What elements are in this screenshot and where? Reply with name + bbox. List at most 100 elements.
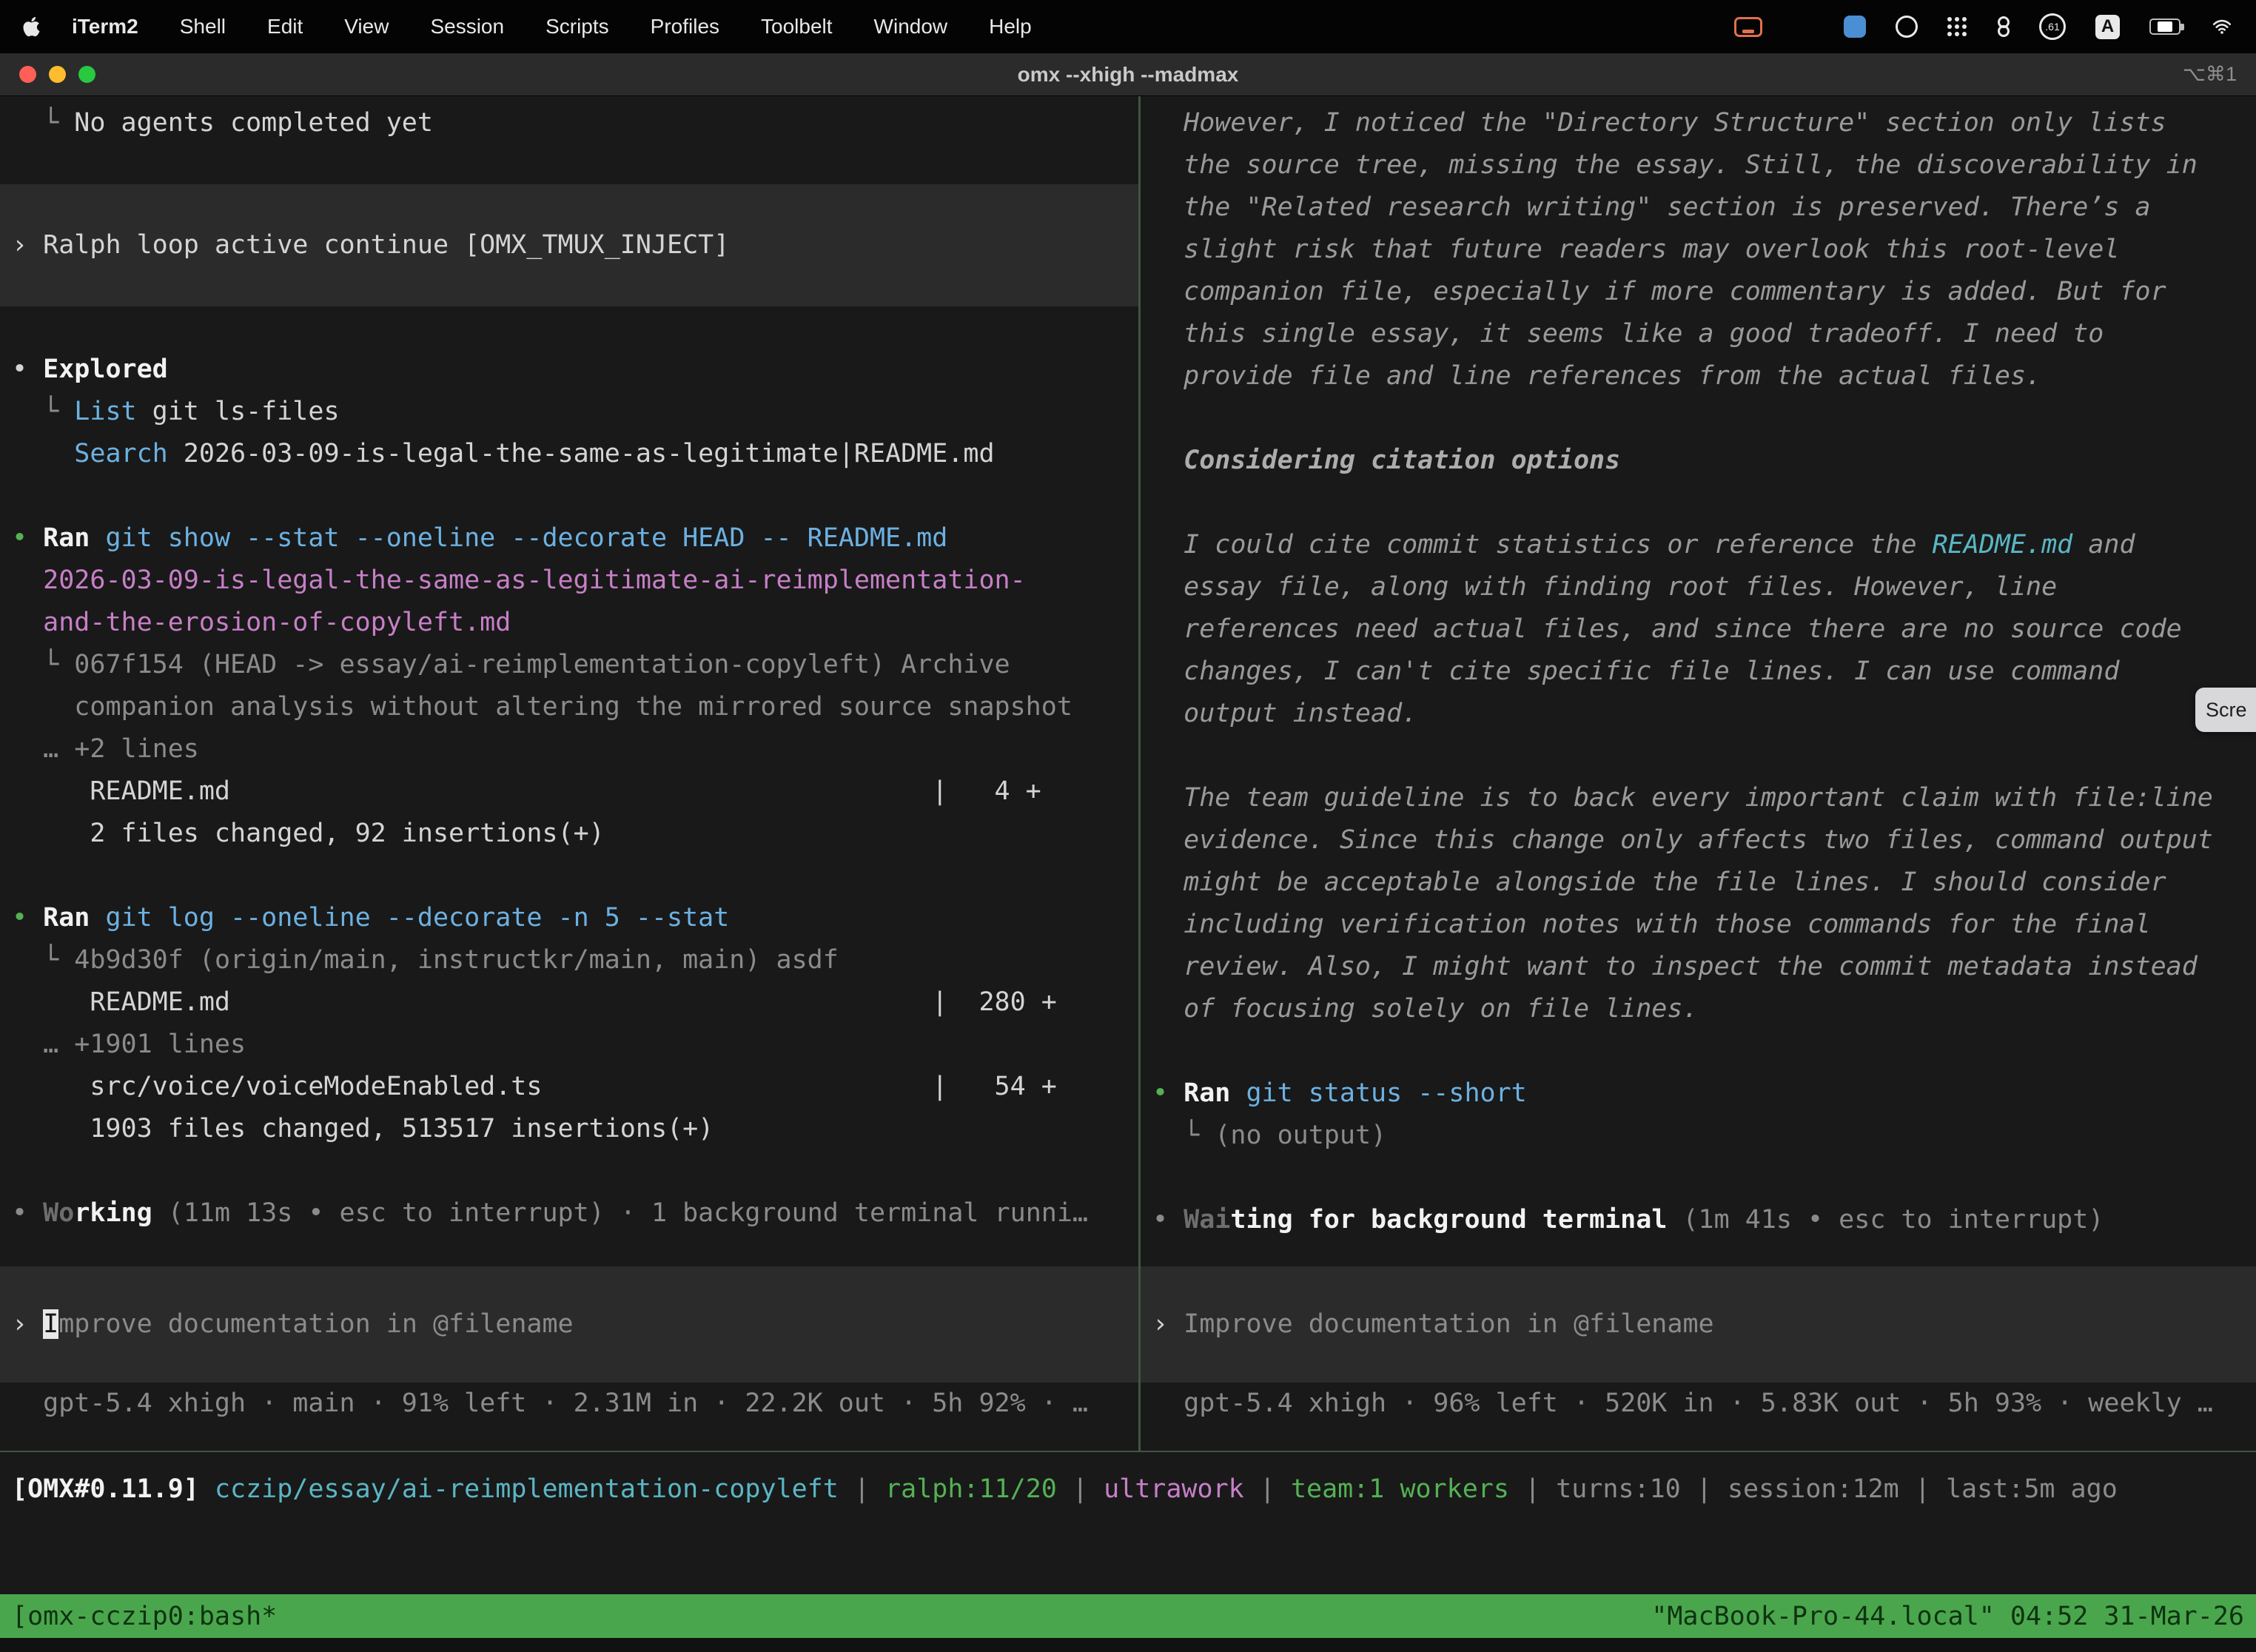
menu-session[interactable]: Session [430,15,504,38]
terminal-line: … +2 lines [0,728,1138,770]
terminal-line: › Improve documentation in @filename [0,1303,1138,1346]
figure-8-icon[interactable] [1998,16,2010,37]
right-transcript: However, I noticed the "Directory Struct… [1141,102,2256,1241]
menu-window[interactable]: Window [874,15,948,38]
terminal-line [1141,1157,2256,1199]
terminal-line: • Ran git log --oneline --decorate -n 5 … [0,897,1138,939]
round-app-icon[interactable] [1896,16,1918,38]
terminal-line: gpt-5.4 xhigh · 96% left · 520K in · 5.8… [1141,1383,2256,1425]
zoom-button[interactable] [78,66,95,83]
terminal-line: • Waiting for background terminal (1m 41… [1141,1199,2256,1241]
terminal-line: └ 4b9d30f (origin/main, instructkr/main,… [0,939,1138,981]
omx-status-bar: [OMX#0.11.9] cczip/essay/ai-reimplementa… [0,1452,2256,1594]
input-source-icon[interactable]: A [2095,15,2120,39]
tmux-window: └ No agents completed yet › Ralph loop a… [0,96,2256,1452]
terminal-line: The team guideline is to back every impo… [1141,777,2256,819]
window-title: omx --xhigh --madmax [0,63,2256,87]
terminal-line: companion file, especially if more comme… [1141,271,2256,313]
terminal-line: └ List git ls-files [0,391,1138,433]
traffic-lights [19,66,95,83]
left-pane[interactable]: └ No agents completed yet › Ralph loop a… [0,96,1138,1451]
menu-shell[interactable]: Shell [180,15,226,38]
left-prompt-input[interactable]: › Improve documentation in @filename [0,1266,1138,1383]
terminal-line: └ (no output) [1141,1115,2256,1157]
wifi-icon[interactable] [2210,17,2234,36]
terminal-line: README.md | 4 + [0,770,1138,813]
terminal-line: • Ran git show --stat --oneline --decora… [0,517,1138,560]
window-shortcut-badge: ⌥⌘1 [2183,63,2237,86]
close-button[interactable] [19,66,36,83]
window-manager-icon[interactable] [1792,16,1814,38]
terminal-line: gpt-5.4 xhigh · main · 91% left · 2.31M … [0,1383,1138,1425]
right-prompt-text: › Improve documentation in @filename [1141,1303,2256,1346]
terminal-line: └ No agents completed yet [0,102,1138,144]
right-pane[interactable]: However, I noticed the "Directory Struct… [1141,96,2256,1451]
terminal-line: … +1901 lines [0,1024,1138,1066]
terminal-line: 2026-03-09-is-legal-the-same-as-legitima… [0,560,1138,602]
menu-iterm2[interactable]: iTerm2 [72,15,138,38]
menu-profiles[interactable]: Profiles [651,15,719,38]
terminal-line: the "Related research writing" section i… [1141,187,2256,229]
agent-status-lines: └ No agents completed yet [0,102,1138,144]
screen-recording-icon[interactable] [1734,17,1762,37]
terminal-line: › Ralph loop active continue [OMX_TMUX_I… [0,224,1138,266]
menu-toolbelt[interactable]: Toolbelt [761,15,833,38]
menu-scripts[interactable]: Scripts [545,15,609,38]
blue-app-icon[interactable] [1844,16,1866,38]
screen-sharing-widget[interactable]: Scre [2195,688,2256,732]
terminal-line [0,855,1138,897]
right-prompt-input[interactable]: › Improve documentation in @filename [1141,1266,2256,1383]
omx-status-text: [OMX#0.11.9] cczip/essay/ai-reimplementa… [0,1468,2256,1511]
minimize-button[interactable] [49,66,66,83]
terminal-line: output instead. [1141,693,2256,735]
app-menus: iTerm2 Shell Edit View Session Scripts P… [72,15,1032,38]
terminal-line: • Explored [0,349,1138,391]
apple-menu-icon[interactable] [22,16,41,38]
terminal-line: and-the-erosion-of-copyleft.md [0,602,1138,644]
left-model-status: gpt-5.4 xhigh · main · 91% left · 2.31M … [0,1383,1138,1425]
terminal-line [1141,397,2256,440]
terminal-line [1141,735,2256,777]
window-title-bar[interactable]: omx --xhigh --madmax ⌥⌘1 [0,53,2256,96]
terminal-line: 2 files changed, 92 insertions(+) [0,813,1138,855]
terminal-line: this single essay, it seems like a good … [1141,313,2256,355]
terminal-line: However, I noticed the "Directory Struct… [1141,102,2256,144]
right-pane-spacer [1141,1241,2256,1266]
menu-view[interactable]: View [344,15,389,38]
terminal-line: README.md | 280 + [0,981,1138,1024]
inject-banner: › Ralph loop active continue [OMX_TMUX_I… [0,184,1138,306]
battery-icon[interactable] [2149,19,2181,35]
terminal-line: references need actual files, and since … [1141,608,2256,651]
terminal-line: provide file and line references from th… [1141,355,2256,397]
terminal-line: [OMX#0.11.9] cczip/essay/ai-reimplementa… [0,1468,2256,1511]
menu-edit[interactable]: Edit [267,15,303,38]
terminal-line [0,475,1138,517]
tmux-host-clock: "MacBook-Pro-44.local" 04:52 31-Mar-26 [1639,1602,2256,1631]
terminal-line: might be acceptable alongside the file l… [1141,862,2256,904]
terminal-line: • Working (11m 13s • esc to interrupt) ·… [0,1192,1138,1235]
terminal-line: • Ran git status --short [1141,1072,2256,1115]
terminal-line: › Improve documentation in @filename [1141,1303,2256,1346]
battery-gauge-icon[interactable]: .61 [2039,13,2066,40]
terminal-line: companion analysis without altering the … [0,686,1138,728]
terminal-line: evidence. Since this change only affects… [1141,819,2256,862]
desktop: iTerm2 Shell Edit View Session Scripts P… [0,0,2256,1652]
terminal-line: changes, I can't cite specific file line… [1141,651,2256,693]
terminal-line [1141,482,2256,524]
menu-help[interactable]: Help [989,15,1032,38]
terminal-line: review. Also, I might want to inspect th… [1141,946,2256,988]
app-grid-icon[interactable] [1947,16,1968,37]
terminal-line: Considering citation options [1141,440,2256,482]
tmux-session-label[interactable]: [omx-cczip0:bash* [0,1602,289,1631]
terminal-line: the source tree, missing the essay. Stil… [1141,144,2256,187]
terminal-line [1141,1030,2256,1072]
macos-menu-bar: iTerm2 Shell Edit View Session Scripts P… [0,0,2256,53]
terminal-line: including verification notes with those … [1141,904,2256,946]
terminal-line: slight risk that future readers may over… [1141,229,2256,271]
terminal-line: └ 067f154 (HEAD -> essay/ai-reimplementa… [0,644,1138,686]
terminal-line: Search 2026-03-09-is-legal-the-same-as-l… [0,433,1138,475]
menu-bar-status-icons: .61 A [1734,13,2234,40]
terminal-line: essay file, along with finding root file… [1141,566,2256,608]
terminal-line: src/voice/voiceModeEnabled.ts | 54 + [0,1066,1138,1108]
left-prompt-text: › Improve documentation in @filename [0,1303,1138,1346]
